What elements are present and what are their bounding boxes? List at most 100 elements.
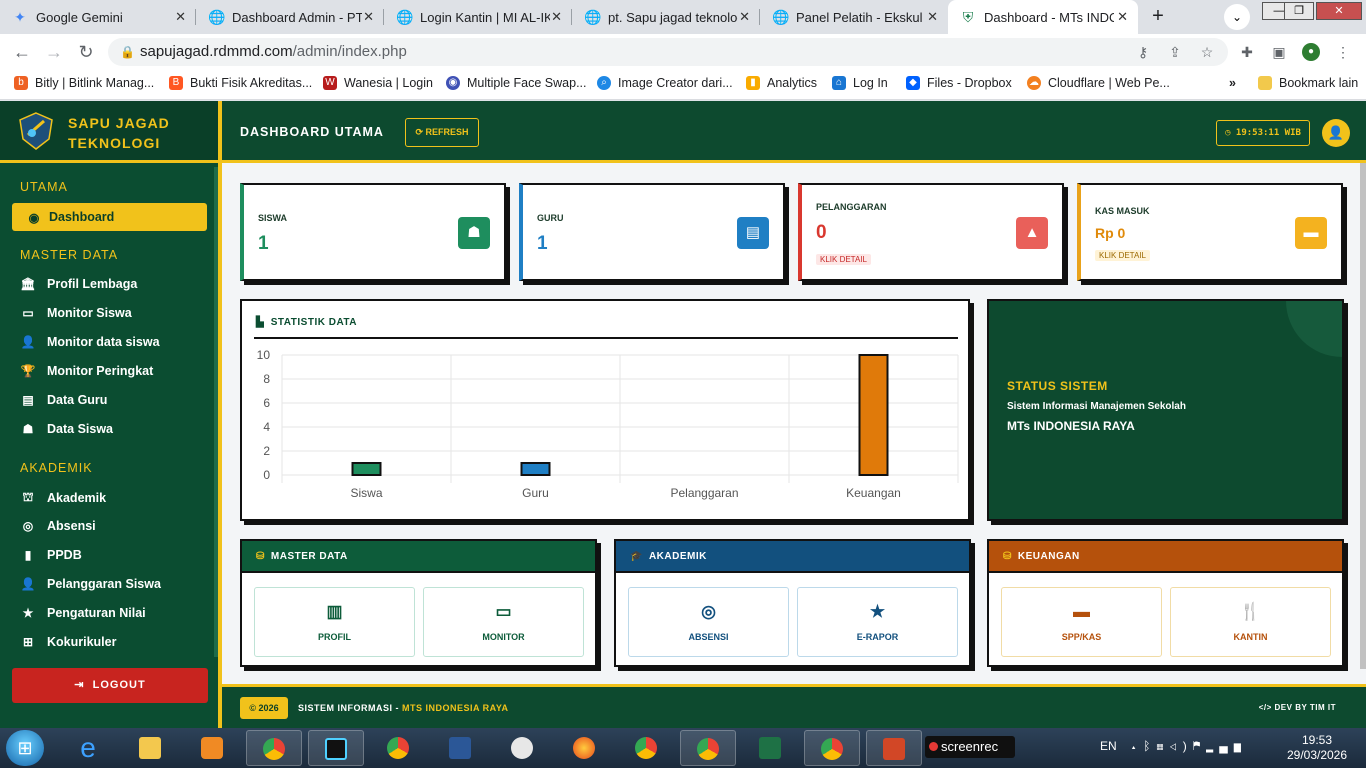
star-icon[interactable]: ☆ bbox=[1198, 43, 1216, 61]
firefox-icon[interactable] bbox=[556, 730, 612, 766]
sidebar-item-monitor-siswa[interactable]: ▭ Monitor Siswa bbox=[20, 306, 131, 320]
excel-icon[interactable] bbox=[742, 730, 798, 766]
bookmark-wanesia[interactable]: W Wanesia | Login bbox=[323, 76, 433, 90]
monitor-button[interactable]: ▭ MONITOR bbox=[423, 587, 584, 657]
capcut-icon[interactable] bbox=[308, 730, 364, 766]
profile-avatar-icon[interactable]: ● bbox=[1302, 43, 1320, 61]
bookmark-log-in[interactable]: ⌂ Log In bbox=[832, 76, 888, 90]
tab-google-gemini[interactable]: ✦ Google Gemini ✕ bbox=[0, 0, 196, 34]
sidebar-item-dashboard[interactable]: ◉ Dashboard bbox=[12, 203, 207, 231]
extensions-icon[interactable]: ✚ bbox=[1238, 43, 1256, 61]
stat-card-pelanggaran[interactable]: PELANGGARAN 0 KLIK DETAIL ▲ bbox=[798, 183, 1064, 281]
chrome-profile-icon[interactable] bbox=[370, 730, 426, 766]
kantin-button[interactable]: 🍴 KANTIN bbox=[1170, 587, 1331, 657]
close-icon[interactable]: ✕ bbox=[363, 9, 374, 25]
back-icon[interactable]: ← bbox=[12, 42, 32, 62]
sidebar-item-data-siswa[interactable]: ☗ Data Siswa bbox=[20, 422, 113, 436]
maximize-button[interactable]: ❐ bbox=[1284, 2, 1314, 20]
kebab-menu-icon[interactable]: ⋮ bbox=[1334, 43, 1352, 61]
close-icon[interactable]: ✕ bbox=[1117, 9, 1128, 25]
tab-search-button[interactable]: ⌄ bbox=[1224, 4, 1250, 30]
taskbar-clock[interactable]: 19:53 29/03/2026 bbox=[1282, 733, 1352, 763]
chrome-second-icon[interactable] bbox=[804, 730, 860, 766]
address-bar[interactable]: 🔒 sapujagad.rdmmd.com/admin/index.php ⚷ … bbox=[108, 38, 1228, 66]
page-scrollbar[interactable] bbox=[1360, 163, 1366, 669]
forward-icon[interactable]: → bbox=[44, 42, 64, 62]
sidebar-item-profil-lembaga[interactable]: 🏛 Profil Lembaga bbox=[20, 277, 137, 291]
sidebar-item-monitor-data-siswa[interactable]: 👤 Monitor data siswa bbox=[20, 335, 160, 349]
sidebar-scrollbar[interactable] bbox=[214, 167, 218, 657]
star-icon: ★ bbox=[22, 606, 34, 620]
word-icon[interactable] bbox=[432, 730, 488, 766]
screenrec-indicator[interactable]: screenrec bbox=[925, 736, 1015, 758]
media-player-icon[interactable] bbox=[184, 730, 240, 766]
sidebar-item-pengaturan-nilai[interactable]: ★ Pengaturan Nilai bbox=[20, 606, 146, 620]
pelanggaran-detail-badge[interactable]: KLIK DETAIL bbox=[816, 254, 871, 265]
key-icon[interactable]: ⚷ bbox=[1134, 43, 1152, 61]
sidebar-item-akademik[interactable]: ⛫ Akademik bbox=[20, 490, 106, 506]
powerpoint-icon[interactable] bbox=[866, 730, 922, 766]
bookmark-dropbox[interactable]: ◆ Files - Dropbox bbox=[906, 76, 1012, 90]
clock-badge: ◷ 19:53:11 WIB bbox=[1216, 120, 1310, 146]
logout-button[interactable]: ⇥ LOGOUT bbox=[12, 668, 208, 703]
y-tick-label: 4 bbox=[263, 420, 270, 434]
sidebar-item-monitor-peringkat[interactable]: 🏆 Monitor Peringkat bbox=[20, 364, 154, 378]
close-icon[interactable]: ✕ bbox=[927, 9, 938, 25]
refresh-button[interactable]: ⟳ REFRESH bbox=[405, 118, 479, 147]
clock-app-icon[interactable] bbox=[494, 730, 550, 766]
system-tray[interactable]: ▴ᛒ▦◁)⚑▂▄▆ bbox=[1130, 739, 1247, 753]
footer-text: SISTEM INFORMASI - MTS INDONESIA RAYA bbox=[298, 703, 509, 713]
chrome-active-icon[interactable] bbox=[680, 730, 736, 766]
chrome-icon[interactable] bbox=[618, 730, 674, 766]
side-panel-icon[interactable]: ▣ bbox=[1270, 43, 1288, 61]
close-icon[interactable]: ✕ bbox=[175, 9, 186, 25]
reload-icon[interactable]: ↻ bbox=[76, 42, 96, 62]
share-icon[interactable]: ⇪ bbox=[1166, 43, 1184, 61]
internet-explorer-icon[interactable]: e bbox=[60, 730, 116, 766]
bookmarks-bar: b Bitly | Bitlink Manag... B Bukti Fisik A… bbox=[0, 70, 1366, 100]
bookmark-analytics[interactable]: ▮ Analytics bbox=[746, 76, 817, 90]
tab-dashboard-admin[interactable]: 🌐 Dashboard Admin - PT ✕ bbox=[196, 0, 384, 34]
stat-siswa-value: 1 bbox=[258, 233, 269, 254]
bookmark-bitly[interactable]: b Bitly | Bitlink Manag... bbox=[14, 76, 154, 90]
sidebar-item-ppdb[interactable]: ▮ PPDB bbox=[20, 548, 82, 562]
bookmark-face-swap[interactable]: ◉ Multiple Face Swap... bbox=[446, 76, 587, 90]
file-explorer-icon[interactable] bbox=[122, 730, 178, 766]
close-icon[interactable]: ✕ bbox=[551, 9, 562, 25]
bookmark-bukti-fisik[interactable]: B Bukti Fisik Akreditas... bbox=[169, 76, 312, 90]
window-close-button[interactable]: ✕ bbox=[1316, 2, 1362, 20]
network-icon: ▦ bbox=[1156, 739, 1170, 753]
chart-bar-icon: ▙ bbox=[256, 317, 265, 328]
sidebar-item-pelanggaran-siswa[interactable]: 👤 Pelanggaran Siswa bbox=[20, 577, 161, 591]
browser-tab-strip: ✦ Google Gemini ✕ 🌐 Dashboard Admin - PT… bbox=[0, 0, 1366, 34]
wanesia-icon: W bbox=[323, 76, 337, 90]
chrome-taskbar-icon[interactable] bbox=[246, 730, 302, 766]
shield-decoration-icon bbox=[1286, 301, 1342, 357]
sidebar-item-absensi[interactable]: ◎ Absensi bbox=[20, 519, 96, 533]
monitor-icon: ▭ bbox=[22, 306, 34, 320]
status-school-name: MTs INDONESIA RAYA bbox=[1007, 419, 1135, 433]
spp-kas-button[interactable]: ▬ SPP/KAS bbox=[1001, 587, 1162, 657]
tab-panel-pelatih[interactable]: 🌐 Panel Pelatih - Ekskul ✕ bbox=[760, 0, 948, 34]
tab-login-kantin[interactable]: 🌐 Login Kantin | MI AL-IK ✕ bbox=[384, 0, 572, 34]
profil-button[interactable]: ▥ PROFIL bbox=[254, 587, 415, 657]
new-tab-button[interactable]: + bbox=[1146, 5, 1170, 29]
stat-card-kas-masuk[interactable]: KAS MASUK Rp 0 KLIK DETAIL ▬ bbox=[1077, 183, 1343, 281]
close-icon[interactable]: ✕ bbox=[739, 9, 750, 25]
absensi-button[interactable]: ◎ ABSENSI bbox=[628, 587, 789, 657]
e-rapor-button[interactable]: ★ E-RAPOR bbox=[797, 587, 958, 657]
bookmark-image-creator[interactable]: ⌕ Image Creator dari... bbox=[597, 76, 733, 90]
sitemap-icon: ⊞ bbox=[22, 635, 34, 649]
tab-dashboard-mts[interactable]: ⛨ Dashboard - MTs INDO ✕ bbox=[948, 0, 1138, 34]
sidebar-item-data-guru[interactable]: ▤ Data Guru bbox=[20, 393, 107, 407]
tab-sapu-jagad[interactable]: 🌐 pt. Sapu jagad teknolog ✕ bbox=[572, 0, 760, 34]
stat-guru-label: GURU bbox=[537, 213, 564, 223]
language-indicator[interactable]: EN bbox=[1100, 739, 1117, 753]
bookmark-other-folder[interactable]: Bookmark lain bbox=[1258, 76, 1358, 90]
kas-detail-badge[interactable]: KLIK DETAIL bbox=[1095, 250, 1150, 261]
bookmark-cloudflare[interactable]: ☁ Cloudflare | Web Pe... bbox=[1027, 76, 1170, 90]
start-button[interactable]: ⊞ bbox=[6, 730, 44, 766]
bookmarks-overflow-icon[interactable]: » bbox=[1229, 76, 1236, 90]
sidebar-item-kokurikuler[interactable]: ⊞ Kokurikuler bbox=[20, 635, 117, 649]
user-settings-button[interactable]: 👤 bbox=[1322, 119, 1350, 147]
